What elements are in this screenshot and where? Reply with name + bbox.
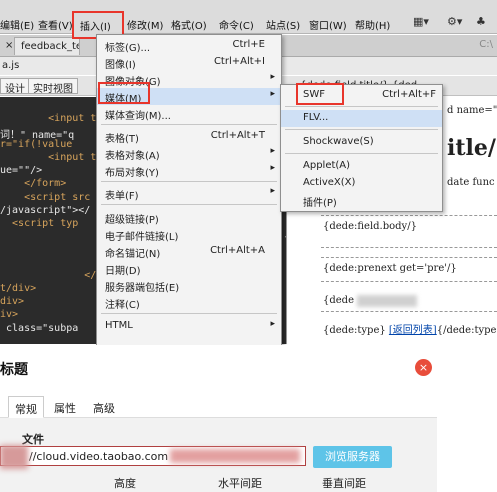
- submenu-arrow-icon: ▸: [270, 72, 275, 82]
- code-line: </form>: [0, 178, 67, 189]
- close-icon[interactable]: ×: [415, 359, 432, 376]
- tab-properties[interactable]: 属性: [54, 400, 76, 416]
- code-line: <script src: [0, 192, 91, 203]
- submenu-arrow-icon: ▸: [270, 163, 275, 173]
- menu-separator: [101, 204, 277, 205]
- layout-icon[interactable]: ▦▾: [413, 15, 429, 28]
- design-divider: [321, 247, 497, 248]
- hspace-label: 水平间距: [218, 477, 262, 490]
- menu-item-image[interactable]: 图像(I) Ctrl+Alt+I: [97, 54, 281, 71]
- design-divider: [321, 215, 497, 216]
- menu-commands[interactable]: 命令(C): [219, 17, 254, 32]
- menu-item-html[interactable]: HTML ▸: [97, 318, 281, 335]
- design-divider: [321, 311, 497, 312]
- design-title: itle/}: [447, 135, 497, 161]
- extensions-icon[interactable]: ♣: [476, 15, 486, 28]
- tab-advanced[interactable]: 高级: [93, 400, 115, 416]
- dialog-tabs: 常规 属性 高级: [0, 396, 437, 418]
- submenu-item-shockwave[interactable]: Shockwave(S): [281, 134, 442, 151]
- dialog-title: 标题: [0, 362, 28, 378]
- menu-edit[interactable]: 编辑(E): [0, 17, 34, 32]
- document-tab[interactable]: feedback_tem: [14, 37, 80, 55]
- menu-item-hyperlink[interactable]: 超级链接(P): [97, 209, 281, 226]
- code-line: /javascript"></: [0, 205, 91, 216]
- design-divider: [321, 281, 497, 282]
- design-dede-short: {dede: [323, 295, 355, 306]
- menu-item-date[interactable]: 日期(D): [97, 260, 281, 277]
- submenu-arrow-icon: ▸: [270, 319, 275, 329]
- menu-separator: [285, 153, 438, 154]
- code-line: t/div>: [0, 283, 37, 294]
- live-view-button[interactable]: 实时视图: [28, 78, 78, 95]
- menu-item-server-include[interactable]: 服务器端包括(E): [97, 277, 281, 294]
- code-line: class="subpa: [0, 323, 79, 334]
- code-line: <input ty: [0, 152, 103, 163]
- height-label: 高度: [114, 477, 136, 490]
- swf-highlight-box: [296, 83, 344, 105]
- blurred-region: [0, 445, 28, 469]
- design-divider: [321, 257, 497, 258]
- menu-item-comment[interactable]: 注释(C): [97, 294, 281, 311]
- path-text: C:\: [479, 39, 493, 50]
- submenu-arrow-icon: ▸: [270, 186, 275, 196]
- insert-menu: 标签(G)... Ctrl+E 图像(I) Ctrl+Alt+I 图像对象(G) ▸ …: [96, 34, 282, 346]
- submenu-arrow-icon: ▸: [270, 146, 275, 156]
- menu-item-table[interactable]: 表格(T) Ctrl+Alt+T: [97, 128, 281, 145]
- media-highlight-box: [98, 82, 150, 104]
- design-func-text: date func: [447, 177, 495, 188]
- menu-item-table-objects[interactable]: 表格对象(A) ▸: [97, 145, 281, 162]
- menu-separator: [285, 106, 438, 107]
- code-line: div>: [0, 296, 25, 307]
- design-field-body: {dede:field.body/}: [323, 221, 417, 232]
- code-line: <script typ: [0, 218, 79, 229]
- code-line: <input ty: [0, 113, 103, 124]
- design-name-attr: d name=": [447, 105, 497, 116]
- submenu-arrow-icon: ▸: [270, 89, 275, 99]
- design-type-prefix: {dede:type}: [323, 325, 389, 336]
- menu-format[interactable]: 格式(O): [171, 17, 207, 32]
- back-to-list-link[interactable]: [返回列表]: [389, 325, 437, 336]
- media-dialog: 标题 × 常规 属性 高级 文件 //cloud.video.taobao.co…: [0, 345, 497, 492]
- menu-separator: [101, 124, 277, 125]
- design-prenext: {dede:prenext get='pre'/}: [323, 263, 457, 274]
- menu-item-tag[interactable]: 标签(G)... Ctrl+E: [97, 37, 281, 54]
- menu-item-layout-objects[interactable]: 布局对象(Y) ▸: [97, 162, 281, 179]
- browse-server-button[interactable]: 浏览服务器: [313, 446, 392, 468]
- menu-separator: [101, 181, 277, 182]
- menu-bar: 编辑(E) 查看(V) 插入(I) 修改(M) 格式(O) 命令(C) 站点(S…: [0, 0, 497, 39]
- menu-help[interactable]: 帮助(H): [355, 17, 390, 32]
- menu-separator: [101, 313, 277, 314]
- blurred-region: [357, 295, 417, 307]
- menu-separator: [285, 129, 438, 130]
- submenu-item-flv[interactable]: FLV...: [281, 110, 442, 127]
- code-line: </sc: [0, 270, 109, 281]
- submenu-item-activex[interactable]: ActiveX(X): [281, 175, 442, 192]
- tab-general[interactable]: 常规: [8, 396, 44, 418]
- menu-item-email-link[interactable]: 电子邮件链接(L): [97, 226, 281, 243]
- menu-site[interactable]: 站点(S): [266, 17, 300, 32]
- close-tab-icon[interactable]: ×: [5, 40, 13, 51]
- related-file[interactable]: a.js: [2, 60, 19, 71]
- menu-modify[interactable]: 修改(M): [127, 17, 163, 32]
- menu-item-form[interactable]: 表单(F) ▸: [97, 185, 281, 202]
- blurred-region: [170, 449, 300, 463]
- menu-item-named-anchor[interactable]: 命名锚记(N) Ctrl+Alt+A: [97, 243, 281, 260]
- design-type-suffix: {/dede:type: [436, 325, 497, 336]
- design-type-row: {dede:type} [返回列表]{/dede:type: [323, 321, 496, 336]
- menu-item-media-queries[interactable]: 媒体查询(M)...: [97, 105, 281, 122]
- gear-icon[interactable]: ⚙▾: [447, 15, 462, 28]
- design-view-button[interactable]: 设计: [0, 78, 30, 95]
- menu-window[interactable]: 窗口(W): [309, 17, 347, 32]
- code-line: ue=""/>: [0, 165, 43, 176]
- menu-view[interactable]: 查看(V): [38, 17, 73, 32]
- code-line: iv>: [0, 309, 19, 320]
- submenu-item-plugin[interactable]: 插件(P): [281, 192, 442, 209]
- submenu-item-applet[interactable]: Applet(A): [281, 158, 442, 175]
- vspace-label: 垂直间距: [322, 477, 366, 490]
- code-line: r="if(!value: [0, 139, 73, 150]
